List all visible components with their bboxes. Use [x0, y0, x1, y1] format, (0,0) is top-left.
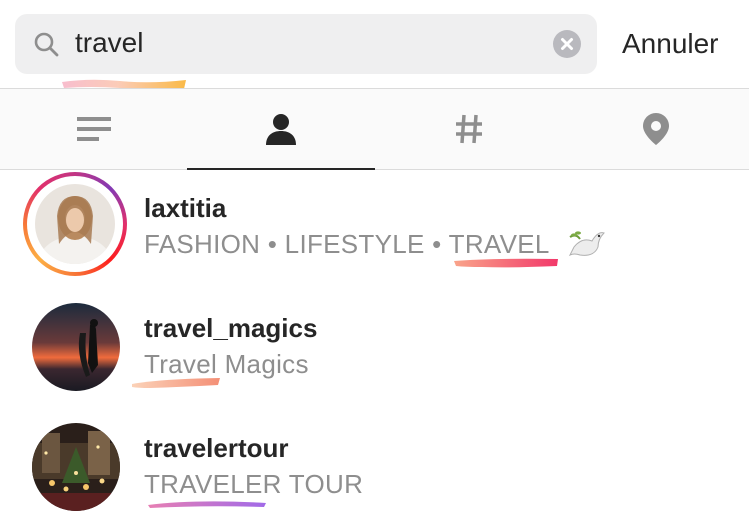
list-item[interactable]: travel_magics Travel Magics	[0, 289, 749, 409]
username: travel_magics	[144, 313, 318, 343]
cancel-button[interactable]: Annuler	[622, 27, 719, 61]
username: travelertour	[144, 433, 289, 463]
list-icon	[76, 117, 111, 141]
person-icon	[265, 114, 296, 145]
search-tabs	[0, 88, 749, 170]
location-pin-icon	[642, 113, 669, 145]
hashtag-icon	[455, 114, 482, 144]
highlight-brush	[148, 501, 266, 508]
tab-top[interactable]	[0, 89, 187, 169]
tab-tags[interactable]	[375, 89, 562, 169]
highlight-brush	[132, 378, 220, 388]
search-icon	[34, 32, 59, 57]
search-header: travel Annuler	[0, 0, 749, 90]
dove-icon	[568, 231, 605, 257]
avatar[interactable]	[32, 303, 120, 391]
highlight-brush	[454, 258, 558, 268]
tab-places[interactable]	[562, 89, 749, 169]
avatar[interactable]	[35, 184, 115, 264]
search-input[interactable]: travel	[15, 14, 597, 90]
clear-icon[interactable]	[553, 30, 581, 58]
list-item[interactable]: laxtitia FASHION • LIFESTYLE • TRAVEL	[0, 169, 749, 289]
tab-accounts[interactable]	[187, 89, 375, 170]
full-name: TRAVELER TOUR	[144, 469, 364, 499]
search-query[interactable]: travel	[75, 26, 143, 60]
username: laxtitia	[144, 193, 227, 223]
avatar[interactable]	[32, 423, 120, 511]
list-item[interactable]: travelertour TRAVELER TOUR	[0, 409, 749, 529]
